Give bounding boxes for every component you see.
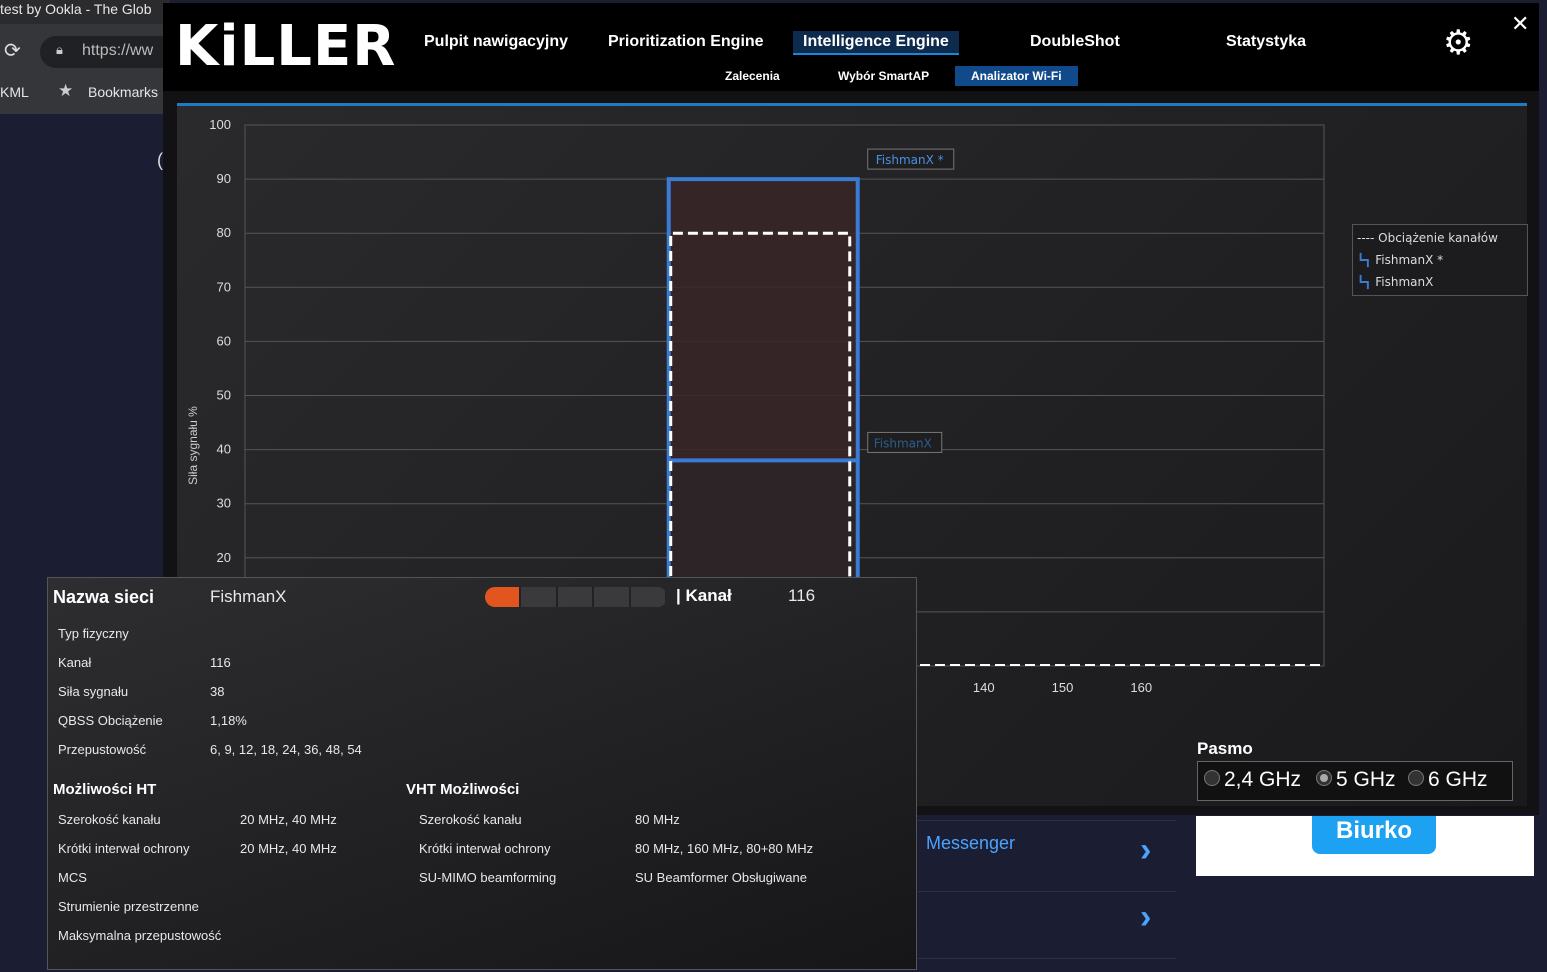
legend-item-fishmanx: ┗┓ FishmanX (1357, 275, 1434, 289)
band-option-24ghz[interactable]: 2,4 GHz (1204, 768, 1301, 792)
subnav-zalecenia[interactable]: Zalecenia (725, 69, 780, 83)
ht-row-value: 20 MHz, 40 MHz (240, 841, 337, 856)
url-text[interactable]: https://ww (82, 42, 153, 60)
row-label: Siła sygnału (58, 684, 129, 699)
legend-item-load: ---- Obciążenie kanałów (1357, 231, 1498, 245)
chevron-right-icon: › (1140, 898, 1152, 936)
vht-row-label: SU-MIMO beamforming (419, 870, 557, 885)
x-tick-label: 150 (1052, 680, 1074, 695)
nav-prioritization-engine[interactable]: Prioritization Engine (608, 33, 764, 51)
ht-row-label: MCS (58, 870, 87, 885)
legend-label: FishmanX * (1375, 253, 1444, 267)
ht-row-label: Maksymalna przepustowość (58, 928, 222, 943)
killer-logo: KiLLER (175, 14, 397, 79)
ht-title: Możliwości HT (53, 781, 157, 798)
chart-legend: ---- Obciążenie kanałów ┗┓ FishmanX * ┗┓… (1352, 224, 1528, 296)
network-name-value: FishmanX (210, 587, 287, 606)
row-value: 38 (210, 684, 225, 699)
vht-row-value: 80 MHz (635, 812, 680, 827)
bookmark-kml[interactable]: KML (0, 84, 29, 100)
chevron-right-icon: › (1140, 831, 1152, 869)
y-tick-label: 40 (217, 442, 231, 457)
ht-row-value: 20 MHz, 40 MHz (240, 812, 337, 827)
band-option-5ghz[interactable]: 5 GHz (1316, 768, 1396, 792)
bookmark-bookmarks[interactable]: Bookmarks (88, 84, 158, 100)
row-label: Kanał (58, 655, 92, 670)
messenger-row[interactable]: Messenger › (918, 820, 1176, 892)
row-label: Typ fizyczny (58, 626, 129, 641)
band-label: 6 GHz (1428, 768, 1488, 791)
signal-bar-segment (557, 587, 595, 607)
annotation-fishmanx-star: FishmanX * (876, 153, 944, 167)
vht-row-label: Krótki interwał ochrony (419, 841, 551, 856)
vht-row-label: Szerokość kanału (419, 812, 522, 827)
radio-selected-icon (1316, 770, 1332, 787)
channel-value: 116 (788, 586, 816, 605)
legend-label: FishmanX (1375, 275, 1434, 289)
close-icon[interactable]: ✕ (1511, 11, 1529, 37)
lock-icon: 🔒︎ (56, 42, 63, 57)
y-axis-label: Siła sygnału % (186, 406, 200, 485)
star-icon: ★ (58, 81, 74, 100)
band-option-6ghz[interactable]: 6 GHz (1408, 768, 1488, 792)
ht-row-label: Szerokość kanału (58, 812, 161, 827)
y-tick-label: 80 (217, 225, 231, 240)
gear-icon[interactable]: ⚙ (1443, 23, 1473, 63)
band-label: 5 GHz (1336, 768, 1396, 791)
channel-label: | Kanał (676, 586, 732, 605)
signal-bar-segment (521, 587, 558, 607)
band-selector: 2,4 GHz 5 GHz 6 GHz (1197, 761, 1513, 801)
network-info-panel: Nazwa sieci FishmanX | Kanał 116 Typ fiz… (47, 577, 917, 970)
band-label: 2,4 GHz (1224, 768, 1302, 791)
tab-title: test by Ookla - The Glob (0, 1, 152, 17)
y-tick-label: 100 (209, 117, 231, 132)
list-row[interactable]: › (918, 890, 1176, 959)
radio-icon (1408, 770, 1424, 787)
killer-header: KiLLER Pulpit nawigacyjny Prioritization… (163, 3, 1539, 91)
legend-label: Obciążenie kanałów (1378, 231, 1498, 245)
signal-bar-segment (594, 587, 631, 607)
signal-bar-segment (485, 587, 522, 607)
row-value: 6, 9, 12, 18, 24, 36, 48, 54 (210, 742, 362, 757)
x-tick-label: 160 (1130, 680, 1152, 695)
x-tick-label: 140 (973, 680, 995, 695)
y-tick-label: 60 (217, 333, 231, 348)
y-tick-label: 50 (217, 388, 231, 403)
signal-strength-bar (485, 587, 667, 607)
radio-icon (1204, 770, 1220, 787)
nav-intelligence-engine[interactable]: Intelligence Engine (793, 31, 959, 55)
row-label: QBSS Obciążenie (58, 713, 163, 728)
nav-statystyka[interactable]: Statystyka (1226, 33, 1306, 51)
vht-row-value: 80 MHz, 160 MHz, 80+80 MHz (635, 841, 814, 856)
nav-doubleshot[interactable]: DoubleShot (1030, 33, 1120, 51)
row-value: 1,18% (210, 713, 247, 728)
browser-tab[interactable]: test by Ookla - The Glob (0, 0, 170, 24)
row-value: 116 (210, 655, 231, 670)
subnav-wybor-smartap[interactable]: Wybór SmartAP (838, 69, 929, 83)
y-tick-label: 30 (217, 496, 231, 511)
subnav-analizator-wifi[interactable]: Analizator Wi-Fi (955, 66, 1078, 86)
ht-row-label: Krótki interwał ochrony (58, 841, 190, 856)
messenger-label: Messenger (926, 833, 1016, 853)
signal-bar-segment (630, 587, 667, 607)
vht-row-value: SU Beamformer Obsługiwane (635, 870, 807, 885)
band-title: Pasmo (1197, 739, 1253, 758)
y-tick-label: 20 (217, 550, 231, 565)
biurko-button[interactable]: Biurko (1312, 816, 1436, 854)
network-name-label: Nazwa sieci (53, 587, 155, 607)
annotation-fishmanx: FishmanX (874, 436, 932, 450)
vht-title: VHT Możliwości (406, 781, 520, 798)
y-tick-label: 70 (217, 279, 231, 294)
y-tick-label: 90 (217, 171, 231, 186)
row-label: Przepustowość (58, 742, 147, 757)
reload-icon[interactable]: ⟳ (4, 38, 21, 63)
nav-pulpit[interactable]: Pulpit nawigacyjny (424, 33, 568, 51)
legend-item-fishmanx-star: ┗┓ FishmanX * (1357, 253, 1444, 267)
biurko-panel: Biurko (1196, 816, 1534, 876)
ht-row-label: Strumienie przestrzenne (58, 899, 199, 914)
